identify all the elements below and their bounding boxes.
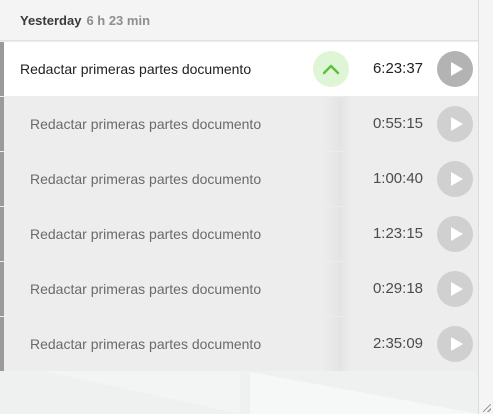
continue-entry-button[interactable] — [437, 161, 473, 197]
continue-entry-button[interactable] — [437, 106, 473, 142]
play-icon — [450, 117, 463, 131]
entry-list: Redactar primeras partes documento 6:23:… — [0, 42, 478, 372]
day-title: Yesterday — [20, 12, 82, 28]
row-divider-fade — [322, 207, 352, 261]
entry-duration[interactable]: 1:00:40 — [373, 152, 423, 206]
row-divider-fade — [322, 97, 352, 151]
row-divider-fade — [322, 262, 352, 316]
entry-duration[interactable]: 0:29:18 — [373, 262, 423, 316]
play-icon — [450, 227, 463, 241]
background-area — [0, 370, 493, 414]
continue-entry-button[interactable] — [437, 326, 473, 362]
entry-description[interactable]: Redactar primeras partes documento — [30, 262, 261, 316]
entry-duration[interactable]: 2:35:09 — [373, 317, 423, 371]
play-icon — [450, 62, 463, 76]
play-icon — [450, 172, 463, 186]
continue-entry-button[interactable] — [437, 216, 473, 252]
entry-duration[interactable]: 6:23:37 — [373, 42, 423, 96]
scrollbar[interactable] — [478, 0, 493, 414]
background-shape — [250, 372, 480, 414]
time-entry-row[interactable]: Redactar primeras partes documento 1:23:… — [0, 207, 478, 261]
entry-description[interactable]: Redactar primeras partes documento — [30, 317, 261, 371]
time-entry-row[interactable]: Redactar primeras partes documento 0:29:… — [0, 262, 478, 316]
grouped-entry-row[interactable]: Redactar primeras partes documento 6:23:… — [0, 42, 478, 96]
day-total-duration: 6 h 23 min — [86, 12, 151, 28]
play-icon — [450, 282, 463, 296]
row-divider-fade — [322, 317, 352, 371]
continue-entry-button[interactable] — [437, 51, 473, 87]
time-entry-row[interactable]: Redactar primeras partes documento 0:55:… — [0, 97, 478, 151]
collapse-group-button[interactable] — [313, 51, 349, 87]
chevron-up-icon — [322, 64, 340, 75]
entry-description[interactable]: Redactar primeras partes documento — [30, 152, 261, 206]
day-group-header: Yesterday 6 h 23 min — [0, 0, 478, 41]
entry-description[interactable]: Redactar primeras partes documento — [30, 97, 261, 151]
entry-duration[interactable]: 1:23:15 — [373, 207, 423, 261]
entry-description[interactable]: Redactar primeras partes documento — [20, 42, 251, 96]
time-entry-row[interactable]: Redactar primeras partes documento 1:00:… — [0, 152, 478, 206]
background-shape — [40, 370, 240, 414]
row-divider-fade — [322, 152, 352, 206]
entry-description[interactable]: Redactar primeras partes documento — [30, 207, 261, 261]
resize-grip-icon[interactable] — [483, 404, 491, 412]
play-icon — [450, 337, 463, 351]
entry-duration[interactable]: 0:55:15 — [373, 97, 423, 151]
time-entries-panel: Yesterday 6 h 23 min Redactar primeras p… — [0, 0, 478, 371]
time-entry-row[interactable]: Redactar primeras partes documento 2:35:… — [0, 317, 478, 371]
continue-entry-button[interactable] — [437, 271, 473, 307]
